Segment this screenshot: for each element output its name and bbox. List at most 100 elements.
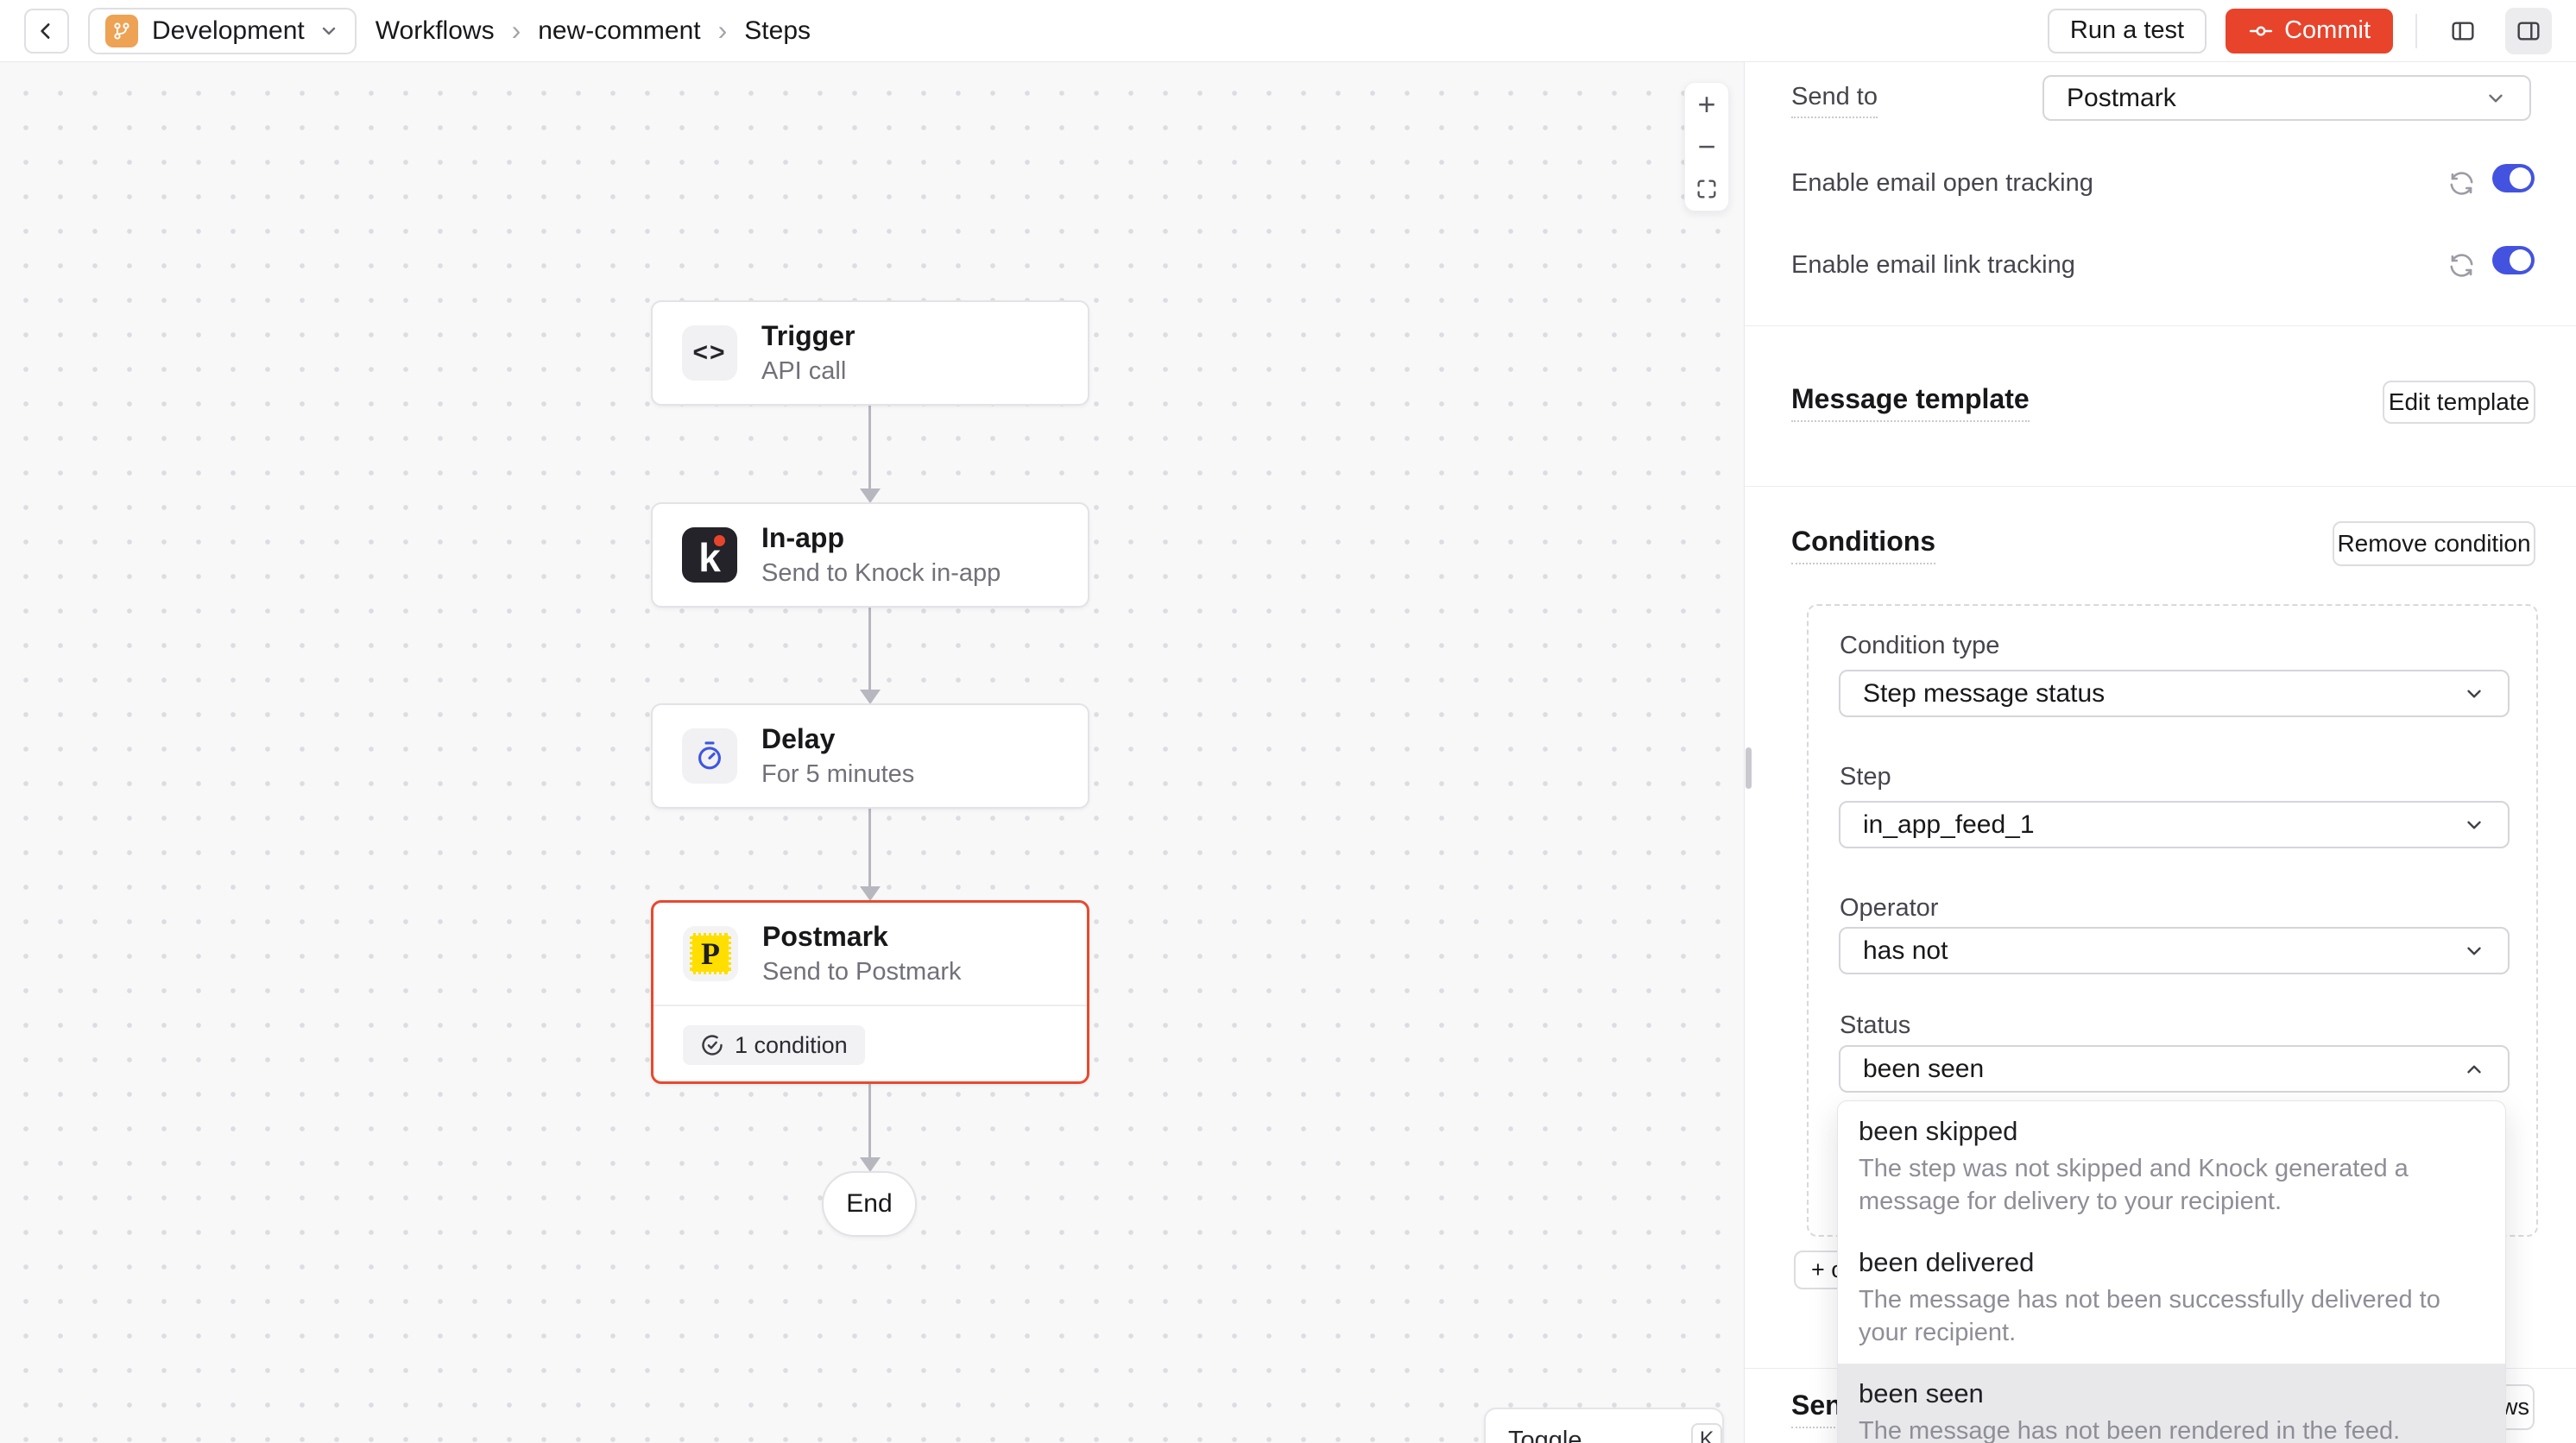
node-trigger[interactable]: <> Trigger API call bbox=[651, 300, 1089, 406]
topbar: Development Workflows › new-comment › St… bbox=[0, 0, 2576, 62]
option-been-seen[interactable]: been seen The message has not been rende… bbox=[1838, 1364, 2505, 1443]
node-title: Delay bbox=[761, 723, 914, 755]
condition-type-label: Condition type bbox=[1840, 632, 1999, 660]
edit-template-button[interactable]: Edit template bbox=[2383, 381, 2535, 424]
connector-line bbox=[868, 1084, 871, 1157]
send-windows-heading-fragment: Sen bbox=[1791, 1389, 1842, 1428]
panel-scrollbar[interactable] bbox=[1746, 747, 1752, 789]
remove-condition-label: Remove condition bbox=[2337, 530, 2530, 558]
status-select[interactable]: been seen bbox=[1839, 1045, 2510, 1093]
node-in-app[interactable]: k In-app Send to Knock in-app bbox=[651, 502, 1089, 608]
check-circle-icon bbox=[700, 1033, 724, 1057]
operator-value: has not bbox=[1863, 936, 1948, 966]
breadcrumb-separator: › bbox=[718, 15, 728, 47]
chevron-left-icon bbox=[35, 20, 58, 42]
breadcrumb-workflows[interactable]: Workflows bbox=[376, 16, 495, 46]
keyboard-shortcut-badge: K bbox=[1691, 1423, 1722, 1443]
condition-count-badge[interactable]: 1 condition bbox=[683, 1025, 865, 1065]
status-dropdown-menu: been skipped The step was not skipped an… bbox=[1837, 1100, 2506, 1443]
knock-logo-icon: k bbox=[682, 527, 737, 583]
zoom-controls: + − bbox=[1684, 82, 1729, 211]
step-settings-panel: Send to Postmark Enable email open track… bbox=[1745, 62, 2576, 1443]
node-subtitle: API call bbox=[761, 357, 855, 386]
send-to-value: Postmark bbox=[2067, 84, 2176, 113]
step-label: Step bbox=[1840, 763, 1891, 791]
condition-type-value: Step message status bbox=[1863, 679, 2105, 709]
zoom-in-button[interactable]: + bbox=[1685, 83, 1728, 125]
toggle-left-panel-button[interactable] bbox=[2440, 8, 2486, 54]
plus-icon: + bbox=[1697, 86, 1715, 123]
chevron-down-icon bbox=[2463, 683, 2485, 705]
environment-selector[interactable]: Development bbox=[88, 8, 357, 54]
stopwatch-icon bbox=[682, 728, 737, 784]
connector-arrowhead bbox=[860, 886, 881, 901]
panel-left-icon bbox=[2449, 17, 2477, 45]
chevron-down-icon bbox=[319, 21, 339, 41]
zoom-out-button[interactable]: − bbox=[1685, 125, 1728, 167]
connector-arrowhead bbox=[860, 690, 881, 704]
toggle-right-panel-button[interactable] bbox=[2505, 8, 2552, 54]
run-test-label: Run a test bbox=[2070, 16, 2184, 45]
chevron-down-icon bbox=[2463, 814, 2485, 836]
postmark-stamp-icon: P bbox=[683, 926, 738, 981]
open-tracking-toggle[interactable] bbox=[2492, 164, 2535, 192]
node-subtitle: Send to Postmark bbox=[762, 958, 962, 986]
commit-icon bbox=[2248, 18, 2274, 44]
back-button[interactable] bbox=[24, 9, 69, 54]
operator-label: Operator bbox=[1840, 894, 1938, 923]
send-to-label: Send to bbox=[1791, 83, 1878, 118]
connector-line bbox=[868, 608, 871, 690]
connector-arrowhead bbox=[860, 488, 881, 503]
breadcrumb-workflow-name[interactable]: new-comment bbox=[538, 16, 700, 46]
fit-view-button[interactable] bbox=[1685, 168, 1728, 211]
condition-type-select[interactable]: Step message status bbox=[1839, 670, 2510, 717]
breadcrumb: Workflows › new-comment › Steps bbox=[376, 15, 811, 47]
node-end[interactable]: End bbox=[822, 1171, 917, 1237]
run-test-button[interactable]: Run a test bbox=[2048, 9, 2207, 54]
section-divider bbox=[1745, 486, 2576, 487]
section-divider bbox=[1745, 325, 2576, 326]
minus-icon: − bbox=[1697, 129, 1715, 165]
status-value: been seen bbox=[1863, 1055, 1984, 1084]
chevron-up-icon bbox=[2463, 1058, 2485, 1081]
sync-icon[interactable] bbox=[2447, 251, 2476, 280]
operator-select[interactable]: has not bbox=[1839, 927, 2510, 974]
topbar-divider bbox=[2415, 14, 2417, 48]
code-icon: <> bbox=[682, 325, 737, 381]
fit-view-icon bbox=[1695, 177, 1719, 201]
node-title: Postmark bbox=[762, 921, 962, 953]
commit-label: Commit bbox=[2284, 16, 2371, 45]
node-delay[interactable]: Delay For 5 minutes bbox=[651, 703, 1089, 809]
step-value: in_app_feed_1 bbox=[1863, 810, 2035, 840]
node-subtitle: Send to Knock in-app bbox=[761, 559, 1001, 588]
open-tracking-label: Enable email open tracking bbox=[1791, 169, 2093, 198]
breadcrumb-steps[interactable]: Steps bbox=[744, 16, 811, 46]
connector-line bbox=[868, 809, 871, 886]
chevron-down-icon bbox=[2484, 87, 2507, 110]
commit-button[interactable]: Commit bbox=[2226, 9, 2393, 54]
edit-template-label: Edit template bbox=[2389, 388, 2529, 416]
chevron-down-icon bbox=[2463, 940, 2485, 962]
remove-condition-button[interactable]: Remove condition bbox=[2333, 521, 2535, 566]
step-select[interactable]: in_app_feed_1 bbox=[1839, 801, 2510, 848]
condition-count-label: 1 condition bbox=[735, 1032, 848, 1059]
environment-label: Development bbox=[152, 16, 305, 46]
node-subtitle: For 5 minutes bbox=[761, 760, 914, 789]
panel-right-icon bbox=[2515, 17, 2542, 45]
link-tracking-toggle[interactable] bbox=[2492, 246, 2535, 274]
option-been-skipped[interactable]: been skipped The step was not skipped an… bbox=[1838, 1101, 2505, 1232]
sync-icon[interactable] bbox=[2447, 169, 2476, 198]
knock-workflow-editor: Development Workflows › new-comment › St… bbox=[0, 0, 2576, 1443]
link-tracking-label: Enable email link tracking bbox=[1791, 251, 2075, 280]
breadcrumb-separator: › bbox=[512, 15, 521, 47]
workflow-canvas[interactable]: <> Trigger API call k In-app Send to Kno… bbox=[0, 62, 1745, 1443]
node-title: In-app bbox=[761, 522, 1001, 554]
toggle-controls-label: Toggle controls bbox=[1508, 1427, 1676, 1443]
toggle-controls-button[interactable]: Toggle controls K bbox=[1484, 1408, 1724, 1443]
node-postmark[interactable]: P Postmark Send to Postmark 1 condition bbox=[651, 900, 1089, 1084]
workflow-icon bbox=[105, 15, 138, 47]
send-to-select[interactable]: Postmark bbox=[2042, 75, 2531, 121]
conditions-heading: Conditions bbox=[1791, 526, 1935, 564]
option-been-delivered[interactable]: been delivered The message has not been … bbox=[1838, 1232, 2505, 1364]
connector-line bbox=[868, 406, 871, 488]
